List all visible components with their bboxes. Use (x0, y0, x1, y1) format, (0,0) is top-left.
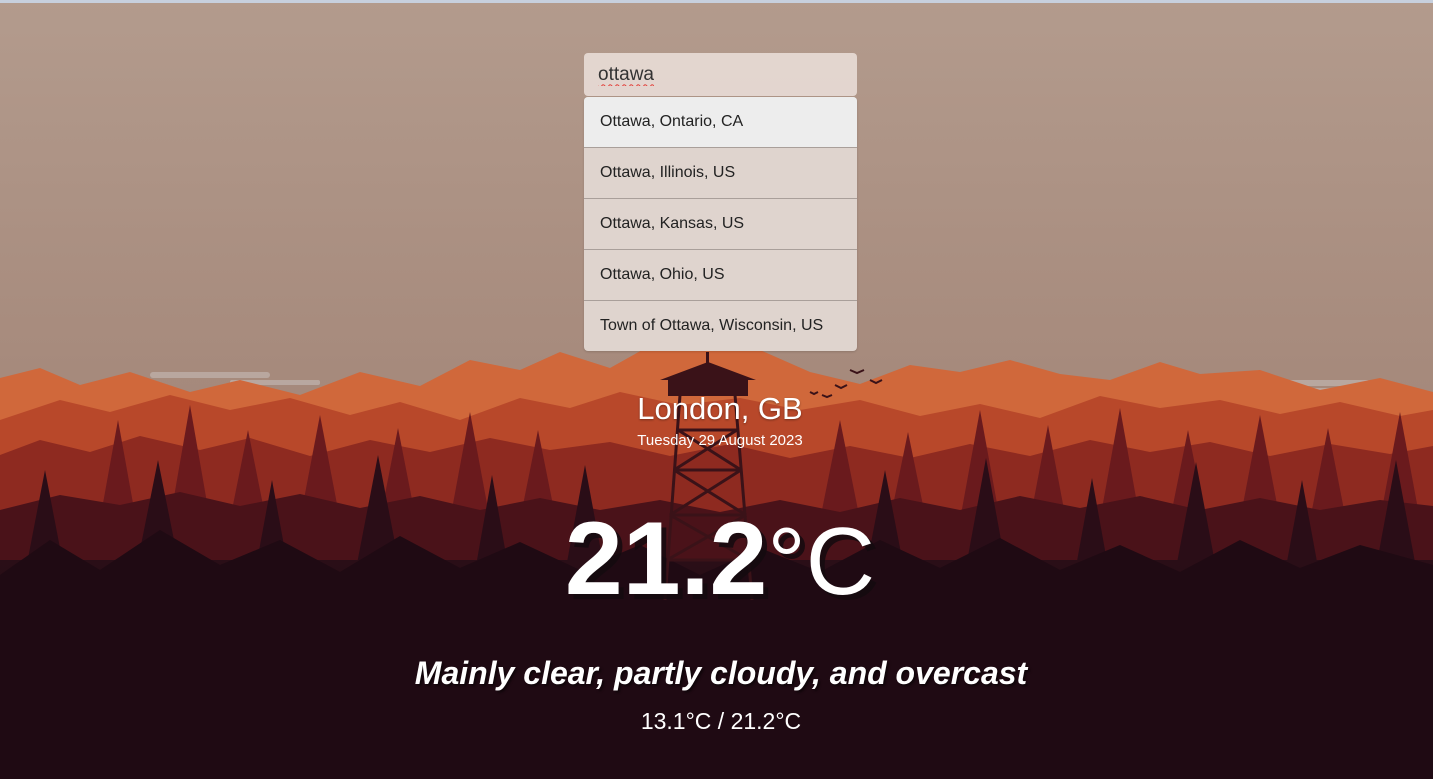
suggestion-item[interactable]: Town of Ottawa, Wisconsin, US (584, 301, 857, 351)
weather-condition: Mainly clear, partly cloudy, and overcas… (414, 655, 1028, 691)
search-input[interactable] (584, 53, 857, 96)
browser-top-edge (0, 0, 1433, 3)
temperature-range: 13.1°C / 21.2°C (640, 708, 802, 734)
suggestion-item[interactable]: Ottawa, Illinois, US (584, 148, 857, 199)
city-search: Ottawa, Ontario, CA Ottawa, Illinois, US… (584, 53, 857, 351)
temperature-value: 21.2 (564, 501, 768, 617)
suggestion-item[interactable]: Ottawa, Ohio, US (584, 250, 857, 301)
suggestion-list: Ottawa, Ontario, CA Ottawa, Illinois, US… (584, 97, 857, 351)
temperature-unit: °C (767, 508, 876, 615)
suggestion-item[interactable]: Ottawa, Ontario, CA (584, 97, 857, 148)
temperature-display: 21.2°C (0, 500, 1433, 649)
suggestion-item[interactable]: Ottawa, Kansas, US (584, 199, 857, 250)
current-date: Tuesday 29 August 2023 (637, 432, 803, 449)
location-name: London, GB (637, 391, 803, 426)
